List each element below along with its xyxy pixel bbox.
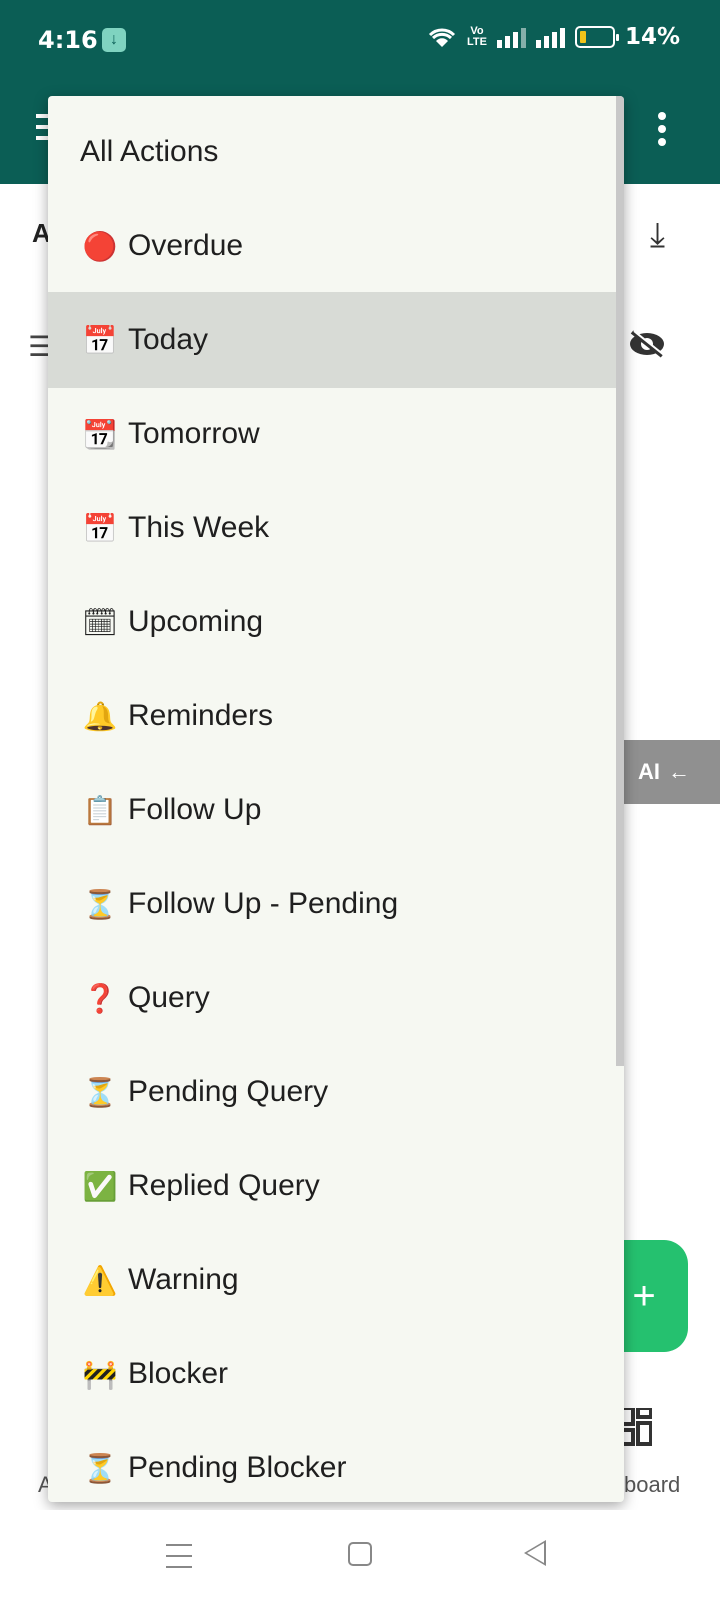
add-message-icon: +	[632, 1273, 656, 1318]
dropdown-item-label: Follow Up - Pending	[128, 887, 399, 920]
dropdown-item[interactable]: All Actions	[48, 104, 616, 200]
item-emoji-icon: 🗓	[82, 605, 118, 639]
battery-icon	[574, 26, 619, 48]
item-emoji-icon: ✅	[82, 1169, 118, 1203]
status-bar: 4:16 ↓ Vo LTE 14%	[0, 0, 720, 84]
item-emoji-icon: ⏳	[82, 1075, 118, 1109]
arrow-left-icon: ←	[668, 759, 690, 784]
dropdown-item-label: All Actions	[80, 135, 219, 168]
home-icon[interactable]	[348, 1542, 372, 1566]
dropdown-item[interactable]: 🔔 Reminders	[48, 668, 616, 764]
dropdown-item[interactable]: 📋 Follow Up	[48, 762, 616, 858]
clock: 4:16	[38, 26, 98, 54]
dropdown-item-label: This Week	[128, 511, 270, 544]
more-options-icon[interactable]	[658, 112, 668, 151]
back-icon[interactable]	[524, 1540, 546, 1566]
dropdown-item[interactable]: ⚠️ Warning	[48, 1232, 616, 1328]
ai-tab-label: AI	[638, 759, 660, 784]
dropdown-item[interactable]: ⏳ Follow Up - Pending	[48, 856, 616, 952]
item-emoji-icon: 📆	[82, 417, 118, 451]
item-emoji-icon: ⏳	[82, 887, 118, 921]
item-emoji-icon: ⚠️	[82, 1263, 118, 1297]
dropdown-item-label: Tomorrow	[128, 417, 260, 450]
ai-assistant-tab[interactable]: AI ←	[612, 740, 720, 804]
dropdown-item-label: Query	[128, 981, 210, 1014]
item-emoji-icon: 🚧	[82, 1357, 118, 1391]
dropdown-item-label: Today	[128, 323, 209, 356]
dropdown-item[interactable]: ✅ Replied Query	[48, 1138, 616, 1234]
wifi-icon	[428, 28, 456, 47]
signal-2-icon	[535, 26, 565, 48]
dropdown-item[interactable]: 📅 This Week	[48, 480, 616, 576]
dropdown-item[interactable]: 🗓 Upcoming	[48, 574, 616, 670]
dropdown-item-label: Pending Query	[128, 1075, 329, 1108]
item-emoji-icon: ❓	[82, 981, 118, 1015]
item-emoji-icon: 🔴	[82, 229, 118, 263]
recent-apps-icon[interactable]	[166, 1544, 192, 1577]
battery-percent: 14%	[624, 24, 680, 50]
action-filter-dropdown: All Actions 🔴 Overdue 📅 Today 📆 Tomorrow 📅 This …	[48, 96, 624, 1502]
dropdown-item-label: Overdue	[128, 229, 244, 262]
dropdown-item-label: Pending Blocker	[128, 1451, 347, 1484]
item-emoji-icon: ⏳	[82, 1451, 118, 1485]
dropdown-item-label: Reminders	[128, 699, 274, 732]
dropdown-item[interactable]: ⏳ Pending Query	[48, 1044, 616, 1140]
dropdown-item[interactable]: 📆 Tomorrow	[48, 386, 616, 482]
status-icons: Vo LTE 14%	[427, 24, 680, 50]
dropdown-item[interactable]: 🚧 Blocker	[48, 1326, 616, 1422]
bottom-nav-label-dashboard: board	[624, 1472, 681, 1497]
dropdown-item-label: Upcoming	[128, 605, 264, 638]
item-emoji-icon: 📋	[82, 793, 118, 827]
signal-1-icon	[496, 26, 526, 48]
dropdown-scrollbar[interactable]	[616, 96, 624, 1066]
dropdown-item[interactable]: ❓ Query	[48, 950, 616, 1046]
dropdown-item[interactable]: 📅 Today	[48, 292, 616, 388]
system-nav-bar	[0, 1510, 720, 1600]
dropdown-item-label: Warning	[128, 1263, 239, 1296]
item-emoji-icon: 📅	[82, 323, 118, 357]
dropdown-item[interactable]: ⏳ Pending Blocker	[48, 1420, 616, 1502]
dashboard-icon[interactable]	[620, 1408, 652, 1446]
eye-off-icon[interactable]	[628, 330, 666, 358]
dropdown-item-label: Follow Up	[128, 793, 262, 826]
item-emoji-icon: 🔔	[82, 699, 118, 733]
dropdown-item[interactable]: 🔴 Overdue	[48, 198, 616, 294]
dropdown-item-label: Replied Query	[128, 1169, 320, 1202]
download-icon[interactable]: ⤓	[650, 216, 665, 255]
dropdown-item-label: Blocker	[128, 1357, 229, 1390]
item-emoji-icon: 📅	[82, 511, 118, 545]
download-notification-icon: ↓	[102, 28, 126, 52]
volte-indicator: Vo LTE	[466, 25, 487, 48]
